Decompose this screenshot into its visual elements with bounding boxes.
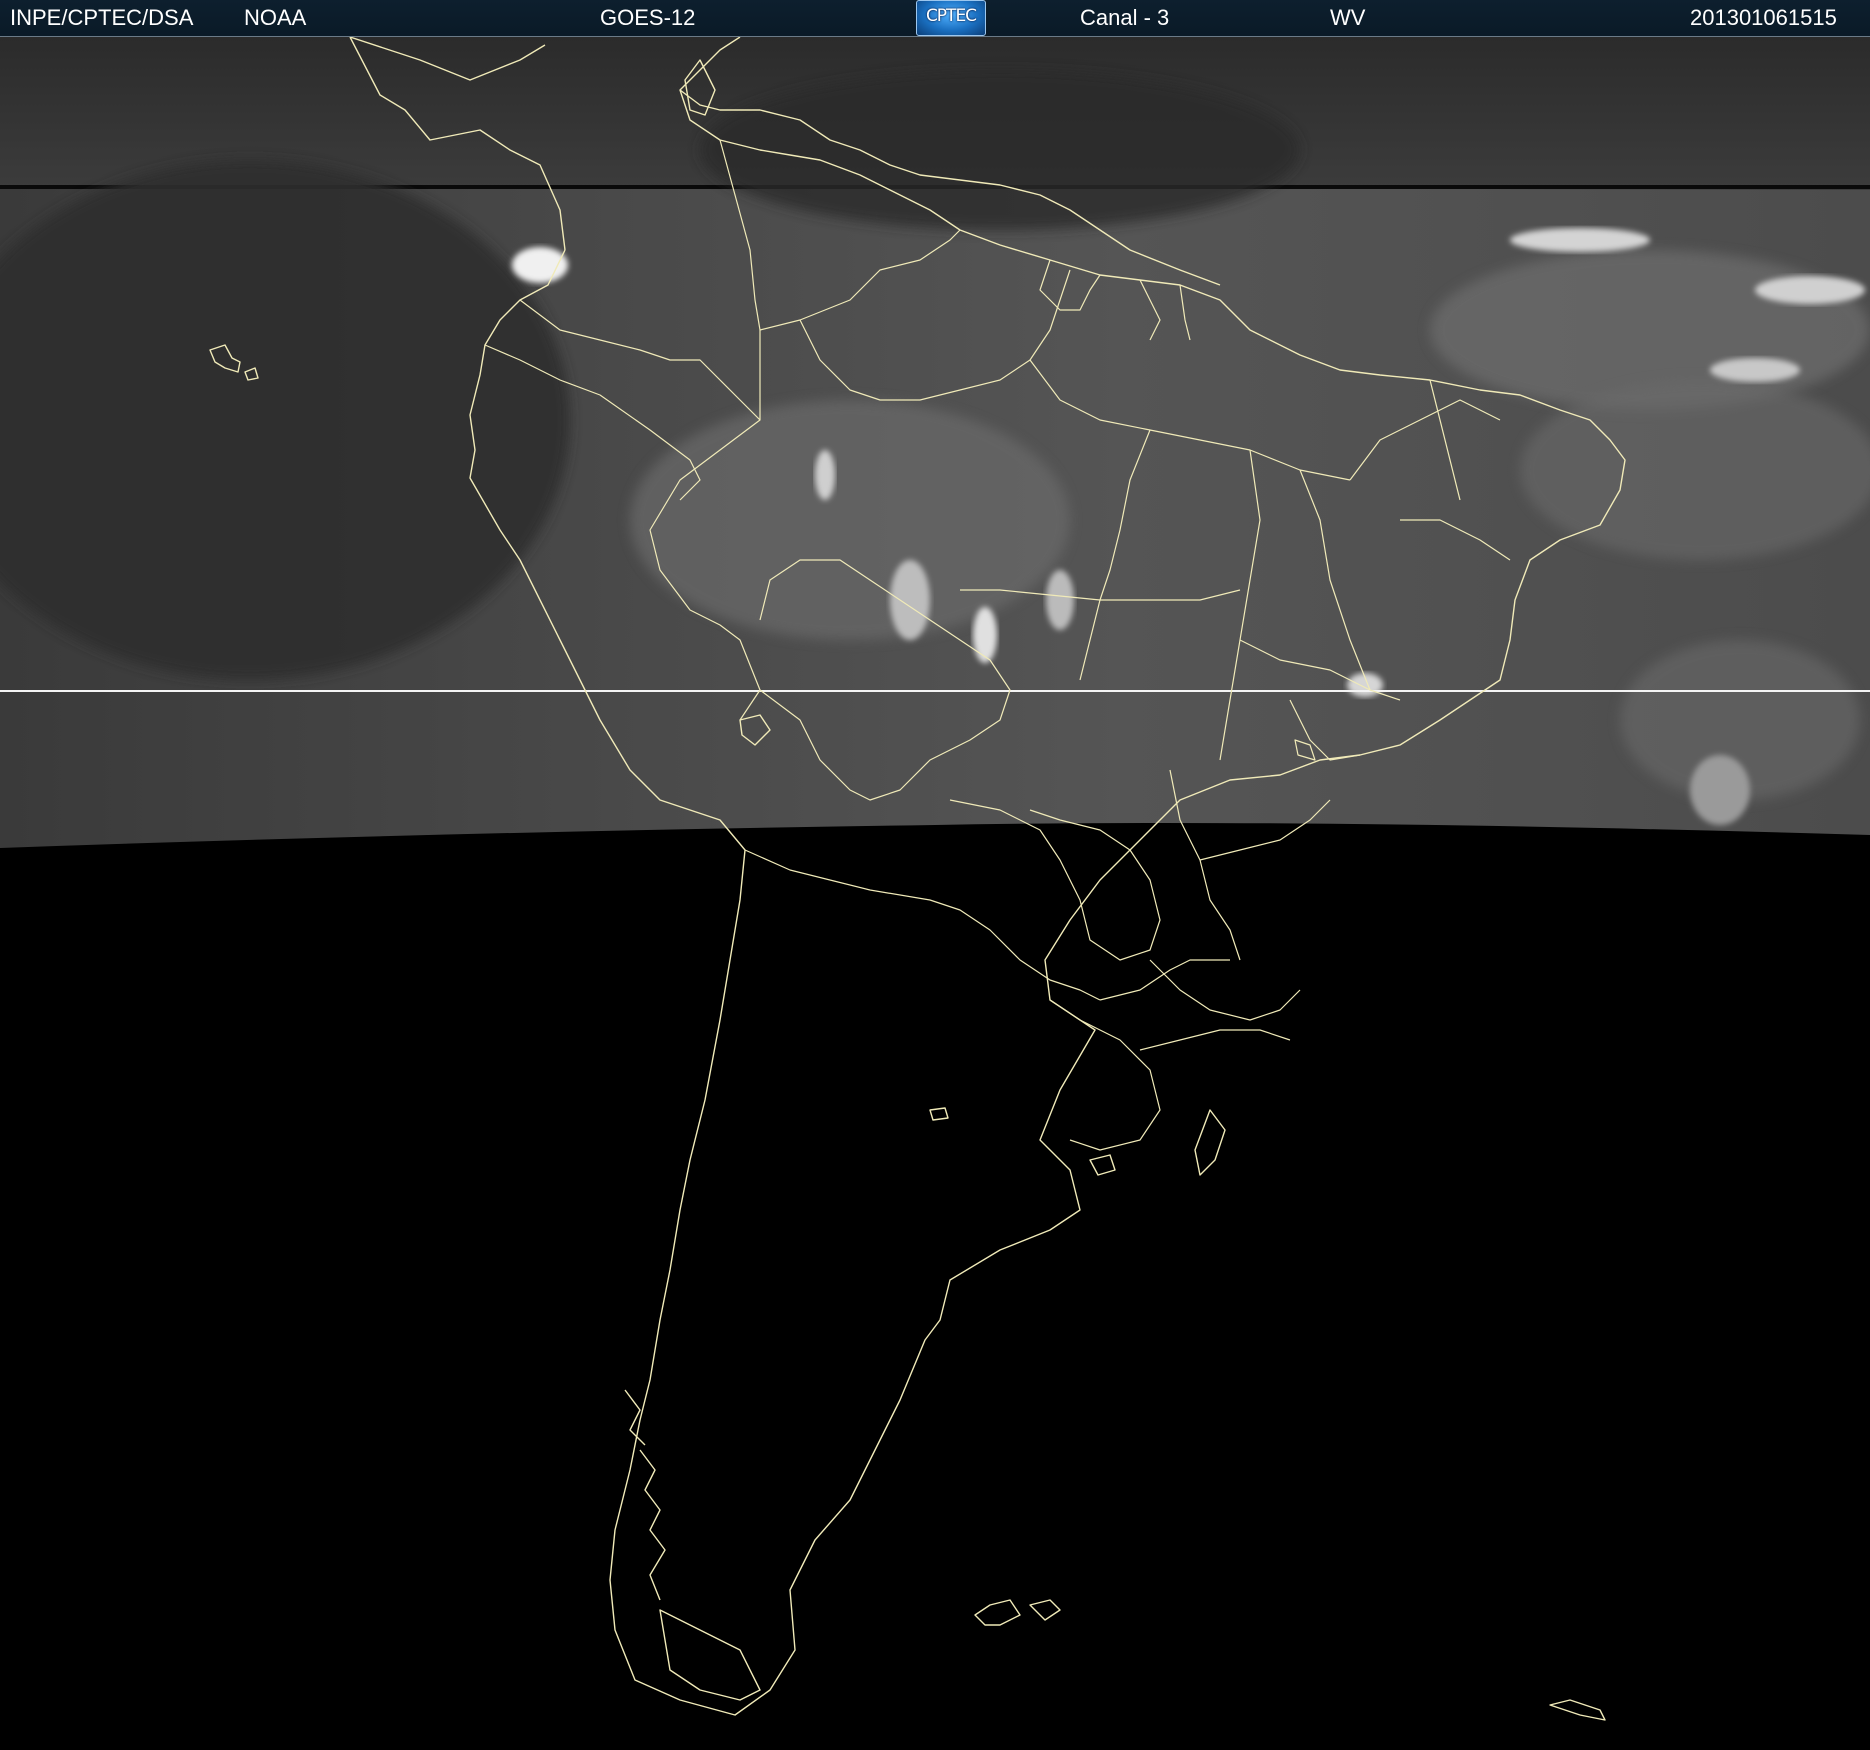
- agency-label: INPE/CPTEC/DSA: [10, 5, 194, 30]
- cptec-logo: CPTEC: [916, 0, 986, 36]
- satellite-map: [0, 37, 1870, 1750]
- timestamp-label: 201301061515: [1690, 5, 1837, 30]
- source-label: NOAA: [244, 5, 307, 30]
- band-label: WV: [1330, 5, 1366, 30]
- image-header-bar: INPE/CPTEC/DSA NOAA GOES-12 CPTEC Canal …: [0, 0, 1870, 37]
- satellite-label: GOES-12: [600, 5, 696, 30]
- channel-label: Canal - 3: [1080, 5, 1170, 30]
- water-vapor-imagery: [0, 37, 1870, 848]
